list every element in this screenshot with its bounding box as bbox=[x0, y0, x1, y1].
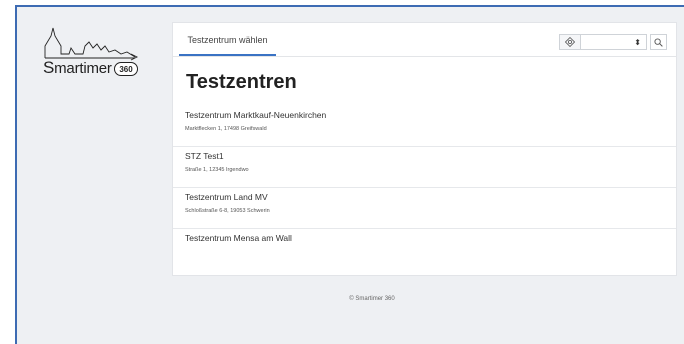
testcenter-card: Testzentrum wählen ⬍ Testzentren Testzen… bbox=[172, 22, 677, 276]
logo-wordmark: Smartimer bbox=[43, 58, 112, 77]
center-name: Testzentrum Land MV bbox=[185, 192, 268, 202]
list-item[interactable]: Testzentrum Mensa am Wall bbox=[173, 229, 676, 270]
logo-badge: 360 bbox=[114, 62, 138, 76]
footer-copyright: © Smartimer 360 bbox=[349, 296, 395, 302]
list-item[interactable]: STZ Test1 Straße 1, 12345 Irgendwo bbox=[173, 147, 676, 188]
app-frame: Smartimer 360 Testzentrum wählen ⬍ Testz… bbox=[15, 5, 684, 344]
testcenter-list: Testzentrum Marktkauf-Neuenkirchen Markt… bbox=[173, 106, 676, 270]
center-address: Marktflecken 1, 17498 Greifswald bbox=[185, 126, 267, 132]
tab-testzentrum-waehlen[interactable]: Testzentrum wählen bbox=[179, 23, 276, 56]
list-item[interactable]: Testzentrum Marktkauf-Neuenkirchen Markt… bbox=[173, 106, 676, 147]
crosshair-icon bbox=[565, 37, 575, 47]
locate-button[interactable] bbox=[559, 34, 581, 50]
center-name: Testzentrum Mensa am Wall bbox=[185, 233, 292, 243]
center-address: Straße 1, 12345 Irgendwo bbox=[185, 167, 249, 173]
skyline-icon bbox=[44, 27, 139, 61]
page-title: Testzentren bbox=[186, 71, 297, 93]
magnifier-icon bbox=[654, 37, 663, 47]
list-item[interactable]: Testzentrum Land MV Schloßstraße 6-8, 19… bbox=[173, 188, 676, 229]
center-address: Schloßstraße 6-8, 19053 Schwerin bbox=[185, 208, 270, 214]
center-name: STZ Test1 bbox=[185, 151, 224, 161]
select-caret-icon: ⬍ bbox=[634, 38, 641, 47]
smartimer-logo[interactable]: Smartimer 360 bbox=[43, 24, 147, 80]
center-name: Testzentrum Marktkauf-Neuenkirchen bbox=[185, 110, 327, 120]
range-select[interactable]: ⬍ bbox=[581, 34, 647, 50]
search-button[interactable] bbox=[650, 34, 667, 50]
tab-bar: Testzentrum wählen ⬍ bbox=[173, 23, 676, 57]
